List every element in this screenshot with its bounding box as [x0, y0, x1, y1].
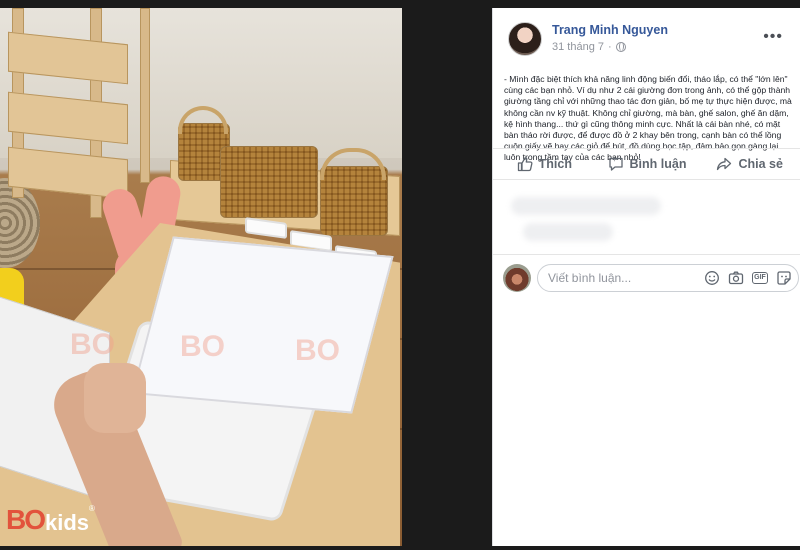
- comment-input[interactable]: Viết bình luận... GIF: [537, 263, 799, 292]
- thumbs-up-icon: [517, 157, 533, 172]
- logo-registered: ®: [89, 504, 95, 513]
- watermark: BO: [180, 330, 225, 363]
- comment-label: Bình luận: [629, 157, 687, 171]
- blurred-content: [523, 223, 613, 241]
- brand-logo: BO kids ®: [6, 504, 95, 535]
- gif-label: GIF: [752, 271, 768, 284]
- post-date[interactable]: 31 tháng 7: [552, 41, 604, 53]
- author-name[interactable]: Trang Minh Nguyen: [552, 23, 668, 37]
- viewer-avatar: [503, 263, 531, 292]
- blurred-reactions: [493, 181, 800, 253]
- post-panel: Trang Minh Nguyen 31 tháng 7 · ••• - Mìn…: [492, 8, 800, 546]
- post-photo[interactable]: BO BO BO: [0, 8, 402, 546]
- author-avatar[interactable]: [508, 22, 542, 56]
- logo-text: kids: [45, 510, 90, 535]
- globe-icon[interactable]: [615, 42, 626, 52]
- gif-icon[interactable]: GIF: [752, 270, 768, 286]
- like-label: Thích: [538, 157, 572, 171]
- camera-icon[interactable]: [728, 270, 744, 286]
- smiley-icon[interactable]: [704, 270, 720, 286]
- blurred-content: [511, 197, 661, 215]
- meta-separator: ·: [608, 41, 612, 53]
- post-header: Trang Minh Nguyen 31 tháng 7 · •••: [493, 8, 800, 66]
- share-arrow-icon: [717, 157, 732, 171]
- comment-placeholder: Viết bình luận...: [548, 270, 632, 285]
- watermark: BO: [295, 334, 340, 367]
- more-options-icon[interactable]: •••: [763, 29, 783, 45]
- speech-bubble-icon: [608, 157, 623, 171]
- hand: [84, 363, 146, 433]
- share-label: Chia sẻ: [738, 157, 783, 171]
- like-button[interactable]: Thích: [493, 149, 596, 179]
- comment-tools: GIF: [704, 270, 792, 286]
- comment-composer: Viết bình luận... GIF: [493, 254, 800, 300]
- lidded-basket: [220, 146, 318, 218]
- post-actions: Thích Bình luận Chia sẻ: [493, 148, 800, 180]
- logo-mark: BO: [6, 504, 46, 535]
- whiteboard-top: [131, 236, 394, 414]
- comment-button[interactable]: Bình luận: [596, 149, 699, 179]
- shelf-post: [140, 8, 150, 183]
- watermark: BO: [70, 328, 115, 361]
- sticker-icon[interactable]: [776, 270, 792, 286]
- post-meta: 31 tháng 7 ·: [552, 41, 626, 53]
- share-button[interactable]: Chia sẻ: [698, 149, 800, 179]
- photo-viewer: BO BO BO BO kids ®: [0, 0, 492, 550]
